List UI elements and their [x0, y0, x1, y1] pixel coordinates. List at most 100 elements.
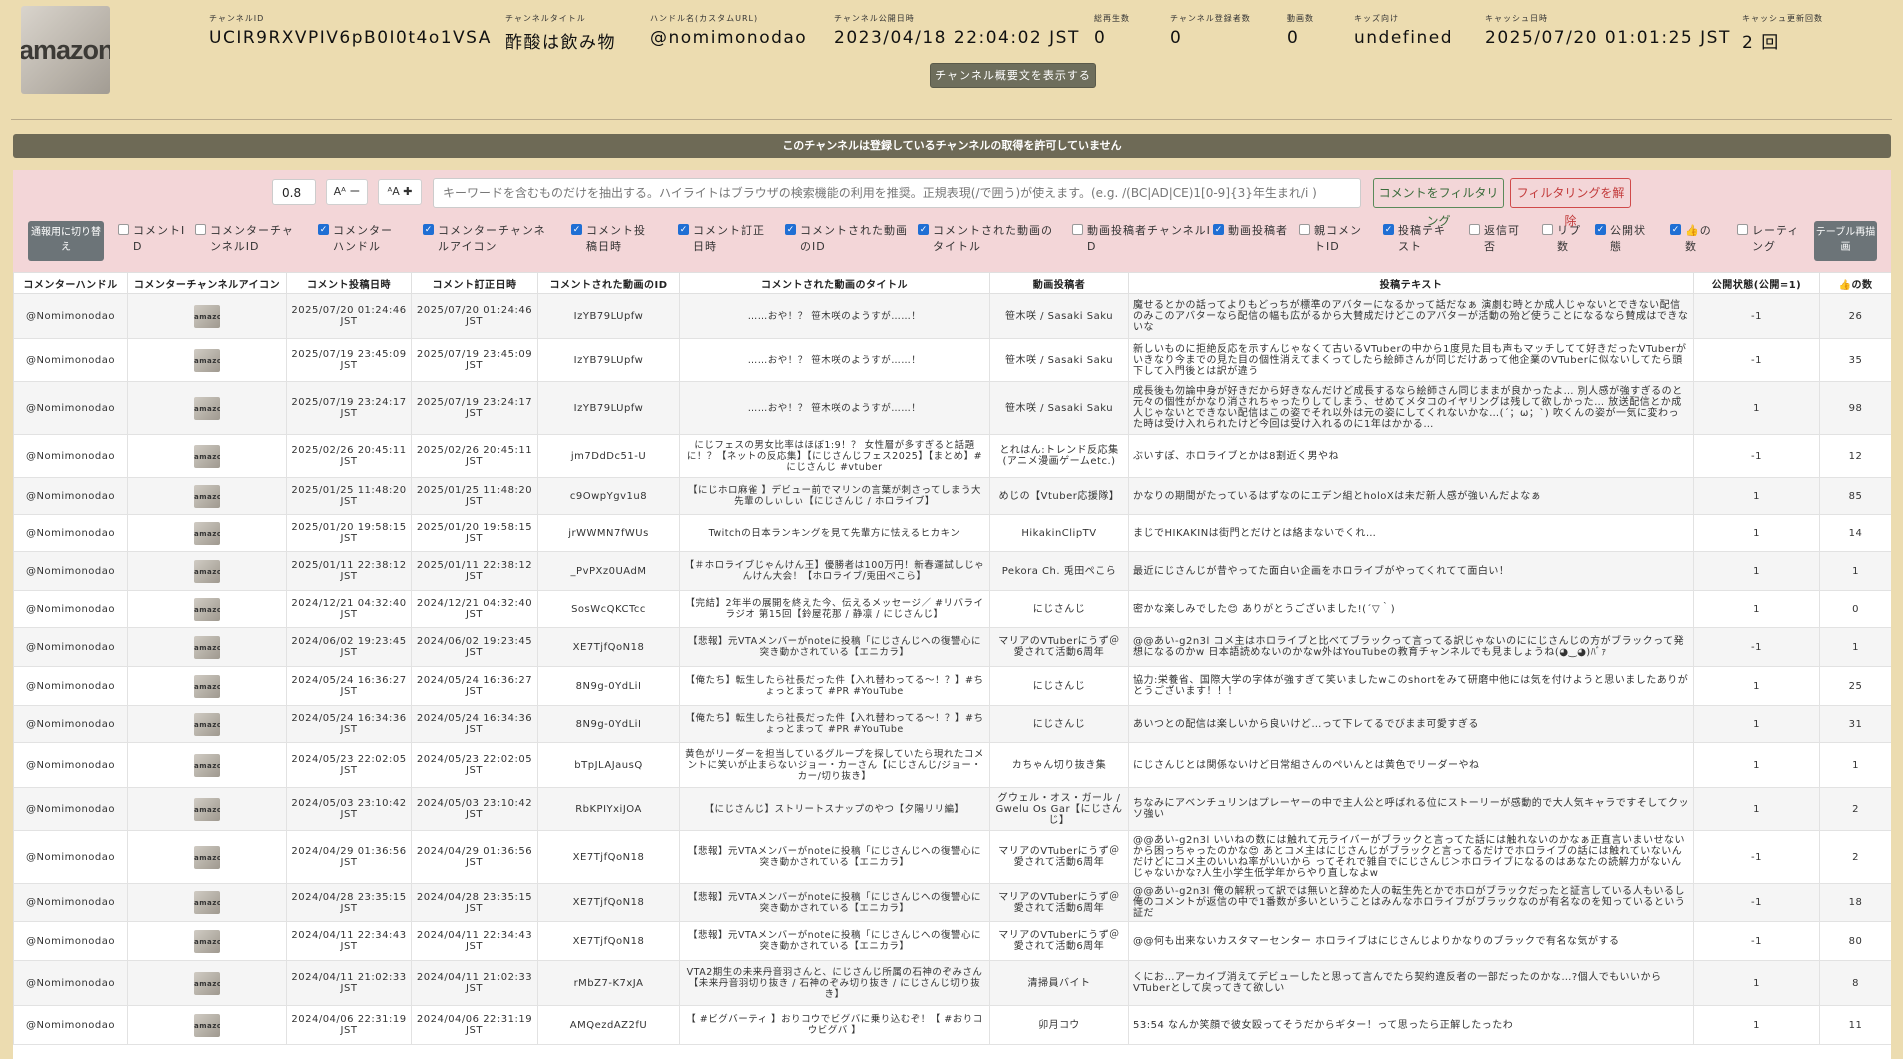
column-toggle[interactable]: 返信可否 — [1469, 223, 1531, 255]
column-toggle[interactable]: リプ数 — [1542, 223, 1584, 255]
keyword-filter-input[interactable]: キーワードを含むものだけを抽出する。ハイライトはブラウザの検索機能の利用を推奨。… — [433, 178, 1361, 208]
column-toggle[interactable]: ✓ コメンターハンドル — [318, 223, 403, 255]
column-toggle[interactable]: ✓ コメントされた動画のタイトル — [918, 223, 1058, 255]
cell-video-id: bTpJLAJausQ — [537, 742, 680, 788]
table-row[interactable]: @Nomimonodao 2024/05/24 16:34:36 JST2024/… — [13, 705, 1891, 743]
cell-video-id: IzYB79LUpfw — [537, 381, 680, 435]
checkbox[interactable]: ✓ — [678, 224, 689, 235]
cell-commenter-icon — [127, 830, 287, 884]
checkbox[interactable] — [1299, 224, 1310, 235]
cell-edited: 2024/12/21 04:32:40 JST — [411, 590, 538, 628]
column-toggle[interactable]: ✓ 投稿テキスト — [1383, 223, 1453, 255]
cell-title: にじフェスの男女比率はほぼ1:9！？ 女性層が多すぎると話題に！？【ネットの反応… — [679, 434, 990, 478]
cell-video-id: XE7TjfQoN18 — [537, 830, 680, 884]
column-toggle[interactable]: ✓ コメンターチャンネルアイコン — [423, 223, 553, 255]
table-row[interactable]: @Nomimonodao 2025/07/19 23:24:17 JST2025/… — [13, 381, 1891, 435]
table-row[interactable]: @Nomimonodao 2024/04/29 01:36:56 JST2024/… — [13, 830, 1891, 884]
checkbox[interactable]: ✓ — [1383, 224, 1394, 235]
checkbox[interactable] — [1542, 224, 1553, 235]
cell-author: 卯月コウ — [989, 1005, 1129, 1045]
column-toggle[interactable]: ✓ 動画投稿者 — [1213, 223, 1288, 239]
cell-posted: 2025/01/11 22:38:12 JST — [286, 551, 412, 591]
column-header[interactable]: コメント投稿日時 — [286, 272, 412, 294]
table-row[interactable]: @Nomimonodao 2024/04/28 23:35:15 JST2024/… — [13, 883, 1891, 922]
column-header[interactable]: コメントされた動画のID — [537, 272, 680, 294]
checkbox[interactable]: ✓ — [1595, 224, 1606, 235]
table-row[interactable]: @Nomimonodao 2024/05/23 22:02:05 JST2024/… — [13, 742, 1891, 788]
checkbox[interactable]: ✓ — [571, 224, 582, 235]
table-row[interactable]: @Nomimonodao 2025/07/19 23:45:09 JST2025/… — [13, 338, 1891, 382]
cell-commenter-icon — [127, 705, 287, 743]
filter-comments-button[interactable]: コメントをフィルタリング — [1373, 178, 1504, 228]
column-toggle[interactable]: ✓ コメントされた動画のID — [785, 223, 910, 255]
checkbox[interactable] — [1072, 224, 1083, 235]
table-row[interactable]: @Nomimonodao 2024/06/02 19:23:45 JST2024/… — [13, 627, 1891, 667]
font-increase-button[interactable]: ᴬA ✚ — [378, 179, 422, 205]
checkbox[interactable]: ✓ — [1670, 224, 1681, 235]
cell-video-id: jm7DdDc51-U — [537, 434, 680, 478]
checkbox[interactable]: ✓ — [318, 224, 329, 235]
cell-video-id: IzYB79LUpfw — [537, 338, 680, 382]
table-row[interactable]: @Nomimonodao 2025/01/11 22:38:12 JST2025/… — [13, 551, 1891, 591]
checkbox[interactable]: ✓ — [423, 224, 434, 235]
table-row[interactable]: @Nomimonodao 2025/01/20 19:58:15 JST2025/… — [13, 514, 1891, 552]
column-toggle[interactable]: ✓ 👍の数 — [1670, 223, 1712, 255]
report-mode-button[interactable]: 通報用に切り替え — [28, 221, 104, 261]
table-row[interactable]: @Nomimonodao 2024/04/11 21:02:33 JST2024/… — [13, 960, 1891, 1006]
cell-posted: 2024/04/28 23:35:15 JST — [286, 883, 412, 922]
cell-edited: 2025/01/11 22:38:12 JST — [411, 551, 538, 591]
table-row[interactable]: @Nomimonodao 2024/04/06 22:31:19 JST2024/… — [13, 1005, 1891, 1045]
column-toggle[interactable]: コメントID — [118, 223, 190, 255]
cell-text: かなりの期間がたっているはずなのにエデン組とholoXは未だ新人感が強いんだよな… — [1128, 477, 1694, 515]
table-row[interactable]: @Nomimonodao 2024/05/24 16:36:27 JST2024/… — [13, 666, 1891, 706]
column-toggle[interactable]: レーティング — [1737, 223, 1802, 255]
column-header[interactable]: 👍の数 — [1819, 272, 1891, 294]
table-row[interactable]: @Nomimonodao 2024/12/21 04:32:40 JST2024/… — [13, 590, 1891, 628]
column-toggle[interactable]: コメンターチャンネルID — [195, 223, 305, 255]
cell-video-id: AMQezdAZ2fU — [537, 1005, 680, 1045]
column-toggle[interactable]: ✓ コメント投稿日時 — [571, 223, 656, 255]
column-header[interactable]: コメント訂正日時 — [411, 272, 538, 294]
checkbox[interactable]: ✓ — [785, 224, 796, 235]
stat-handle: ハンドル名(カスタムURL) @nomimonodao — [650, 14, 808, 48]
checkbox[interactable] — [1737, 224, 1748, 235]
column-toggle[interactable]: 動画投稿者チャンネルID — [1072, 223, 1212, 255]
table-row[interactable]: @Nomimonodao 2025/07/20 01:24:46 JST2025/… — [13, 293, 1891, 339]
redraw-table-button[interactable]: テーブル再描画 — [1814, 221, 1877, 261]
zoom-input[interactable]: 0.8 — [272, 179, 316, 205]
column-header[interactable]: 投稿テキスト — [1128, 272, 1694, 294]
table-row[interactable]: @Nomimonodao 2024/05/03 23:10:42 JST2024/… — [13, 787, 1891, 831]
cell-text: @@あい-g2n3l 俺の解釈って訳では無いと辞めた人の転生先とかでホロがブラッ… — [1128, 883, 1694, 922]
show-description-button[interactable]: チャンネル概要文を表示する — [930, 63, 1096, 88]
checkbox[interactable] — [118, 224, 129, 235]
table-row[interactable]: @Nomimonodao 2024/04/11 22:34:43 JST2024/… — [13, 921, 1891, 961]
checkbox[interactable]: ✓ — [1213, 224, 1224, 235]
column-header[interactable]: コメンターハンドル — [13, 272, 128, 294]
cell-likes: 8 — [1819, 960, 1891, 1006]
cell-text: 最近にじさんじが昔やってた面白い企画をホロライブがやってくれてて面白い！ — [1128, 551, 1694, 591]
clear-filter-button[interactable]: フィルタリングを解除 — [1510, 178, 1631, 228]
cell-title: 【悲報】元VTAメンバーがnoteに投稿「にじさんじへの復讐心に突き動かされてい… — [679, 921, 990, 961]
column-header[interactable]: コメンターチャンネルアイコン — [127, 272, 287, 294]
column-header[interactable]: 動画投稿者 — [989, 272, 1129, 294]
comments-table-container[interactable]: コメンターハンドル コメンターチャンネルアイコン コメント投稿日時 コメント訂正日時コ… — [13, 272, 1891, 1059]
column-header[interactable]: 公開状態(公開=1) — [1693, 272, 1820, 294]
cell-video-id: c9OwpYgv1u8 — [537, 477, 680, 515]
column-toggle[interactable]: ✓ コメント訂正日時 — [678, 223, 768, 255]
cell-likes: 18 — [1819, 883, 1891, 922]
font-decrease-button[interactable]: Aᴬ ー — [326, 179, 368, 205]
stat-cache-count: キャッシュ更新回数 2 回 — [1742, 14, 1823, 53]
checkbox[interactable] — [1469, 224, 1480, 235]
table-row[interactable]: @Nomimonodao 2025/01/25 11:48:20 JST2025/… — [13, 477, 1891, 515]
cell-text: くにお…アーカイブ消えてデビューしたと思って言んでたら契約違反者の一部だったのか… — [1128, 960, 1694, 1006]
column-header[interactable]: コメントされた動画のタイトル — [679, 272, 990, 294]
cell-author: マリアのVTuberにうず＠愛されて活動6周年 — [989, 883, 1129, 922]
cell-title: VTA2期生の未来丹音羽さんと、にじさんじ所属の石神のぞみさん【未来丹音羽切り抜… — [679, 960, 990, 1006]
cell-video-id: 8N9g-0YdLiI — [537, 705, 680, 743]
column-toggle[interactable]: ✓ 公開状態 — [1595, 223, 1655, 255]
cell-posted: 2024/04/06 22:31:19 JST — [286, 1005, 412, 1045]
checkbox[interactable]: ✓ — [918, 224, 929, 235]
table-row[interactable]: @Nomimonodao 2025/02/26 20:45:11 JST2025/… — [13, 434, 1891, 478]
column-toggle[interactable]: 親コメントID — [1299, 223, 1369, 255]
checkbox[interactable] — [195, 224, 206, 235]
